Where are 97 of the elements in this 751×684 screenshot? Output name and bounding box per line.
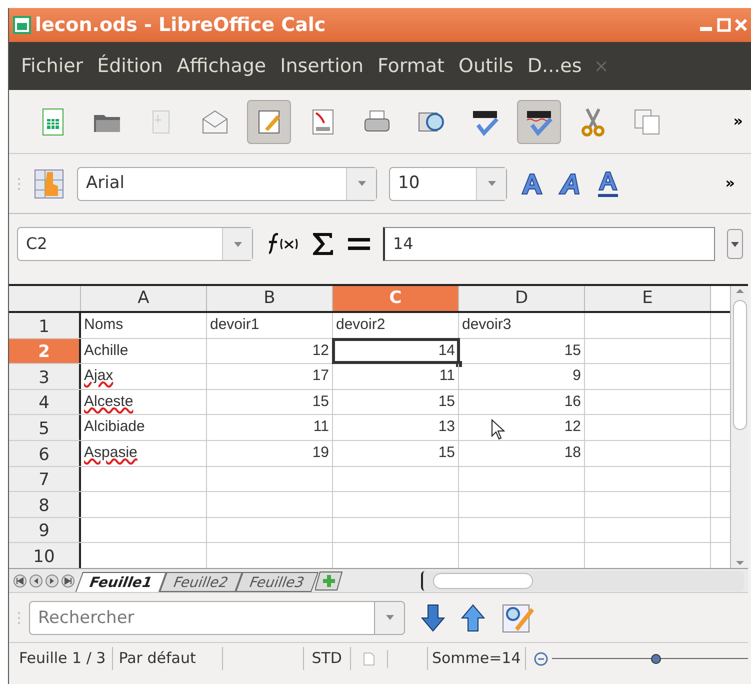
table-cell[interactable]: Aspasie bbox=[81, 440, 207, 466]
zoom-thumb[interactable] bbox=[650, 654, 661, 664]
table-cell[interactable]: 19 bbox=[207, 440, 333, 466]
formula-input[interactable]: 14 bbox=[383, 227, 715, 261]
bold-icon[interactable] bbox=[519, 170, 545, 196]
dropdown-icon[interactable] bbox=[386, 615, 394, 620]
search-field[interactable]: Rechercher bbox=[29, 600, 375, 634]
spreadsheet-icon bbox=[13, 16, 31, 34]
menu-item[interactable]: Format bbox=[374, 52, 449, 80]
table-cell[interactable]: devoir1 bbox=[207, 313, 333, 338]
name-box[interactable]: C2 bbox=[17, 227, 253, 261]
table-cell[interactable]: devoir2 bbox=[333, 313, 459, 338]
table-cell[interactable]: Achille bbox=[81, 338, 207, 364]
column-header[interactable]: E bbox=[585, 286, 711, 311]
first-sheet-icon[interactable] bbox=[13, 574, 27, 588]
row-header[interactable]: 9 bbox=[9, 518, 81, 542]
grip-icon bbox=[17, 176, 21, 190]
menu-item[interactable]: Outils bbox=[454, 52, 518, 80]
find-replace-icon[interactable] bbox=[501, 602, 535, 634]
vertical-scrollbar[interactable] bbox=[730, 286, 748, 568]
row-header[interactable]: 6 bbox=[9, 440, 81, 466]
last-sheet-icon[interactable] bbox=[61, 574, 75, 588]
expand-icon[interactable] bbox=[727, 229, 743, 259]
document-icon bbox=[362, 652, 375, 666]
menu-item[interactable]: Affichage bbox=[172, 52, 270, 80]
dropdown-button[interactable] bbox=[375, 600, 405, 634]
row-header[interactable]: 5 bbox=[9, 415, 81, 440]
row-header[interactable]: 7 bbox=[9, 466, 81, 492]
menu-item[interactable]: Fichier bbox=[17, 52, 88, 80]
row-header[interactable]: 3 bbox=[9, 364, 81, 389]
sheet-tab[interactable]: Feuille1 bbox=[75, 572, 167, 592]
active-cell[interactable]: 14 bbox=[333, 338, 459, 364]
zoom-slider[interactable] bbox=[552, 652, 748, 666]
add-sheet-icon[interactable] bbox=[315, 570, 344, 590]
table-cell[interactable]: 15 bbox=[459, 338, 585, 364]
more-tools[interactable]: » bbox=[733, 110, 743, 133]
row-header[interactable]: 4 bbox=[9, 390, 81, 414]
sum-icon[interactable] bbox=[311, 231, 335, 257]
table-cell[interactable]: 16 bbox=[459, 390, 585, 414]
column-header[interactable]: D bbox=[459, 286, 585, 311]
copy-icon[interactable] bbox=[632, 106, 662, 136]
table-cell[interactable]: 11 bbox=[333, 364, 459, 389]
dropdown-icon[interactable] bbox=[358, 181, 366, 186]
sheet-indicator: Feuille 1 / 3 bbox=[9, 647, 113, 670]
spellcheck-button[interactable] bbox=[517, 100, 561, 144]
table-cell[interactable]: 13 bbox=[333, 415, 459, 440]
maximize-icon[interactable] bbox=[717, 18, 731, 32]
scroll-up-icon[interactable] bbox=[736, 286, 744, 296]
menu-item[interactable]: Insertion bbox=[276, 52, 368, 80]
row-header[interactable]: 8 bbox=[9, 492, 81, 517]
grip-icon bbox=[17, 610, 21, 624]
table-cell[interactable]: 17 bbox=[207, 364, 333, 389]
mouse-pointer-icon bbox=[491, 419, 505, 441]
table-cell[interactable]: 15 bbox=[333, 440, 459, 466]
table-cell[interactable]: 18 bbox=[459, 440, 585, 466]
scrollbar-thumb[interactable] bbox=[732, 300, 746, 430]
dropdown-icon[interactable] bbox=[488, 181, 496, 186]
table-cell[interactable]: 9 bbox=[459, 364, 585, 389]
more-tools[interactable]: » bbox=[725, 172, 743, 195]
table-cell[interactable]: Alceste bbox=[81, 390, 207, 414]
arrow-down-icon[interactable] bbox=[421, 604, 445, 632]
sum-display: Somme=14 bbox=[426, 647, 526, 670]
menu-item[interactable]: Édition bbox=[93, 52, 167, 80]
table-cell[interactable]: 12 bbox=[207, 338, 333, 364]
table-cell[interactable]: Ajax bbox=[81, 364, 207, 389]
equals-icon[interactable] bbox=[347, 237, 371, 251]
corner-cell[interactable] bbox=[9, 286, 81, 311]
previous-sheet-icon[interactable] bbox=[29, 574, 43, 588]
table-cell[interactable]: devoir3 bbox=[459, 313, 585, 338]
zoom-out-icon[interactable] bbox=[534, 652, 548, 666]
sheet-tab[interactable]: Feuille2 bbox=[159, 572, 243, 592]
scrollbar-thumb[interactable] bbox=[433, 572, 534, 588]
table-cell[interactable]: 15 bbox=[333, 390, 459, 414]
arrow-up-icon[interactable] bbox=[461, 604, 485, 632]
scroll-down-icon[interactable] bbox=[736, 558, 744, 568]
font-size-field[interactable]: 10 bbox=[389, 166, 507, 200]
menu-item[interactable]: D...es bbox=[523, 52, 586, 80]
page-style: Par défaut bbox=[112, 647, 223, 670]
table-cell[interactable]: Alcibiade bbox=[81, 415, 207, 440]
close-icon[interactable] bbox=[735, 18, 747, 32]
font-name-field[interactable]: Arial bbox=[77, 166, 377, 200]
column-header[interactable]: A bbox=[81, 286, 207, 311]
selection-mode: STD bbox=[302, 647, 351, 670]
window-title: lecon.ods - LibreOffice Calc bbox=[35, 12, 327, 38]
horizontal-scrollbar[interactable] bbox=[421, 570, 744, 590]
table-cell[interactable]: Noms bbox=[81, 313, 207, 338]
dropdown-icon[interactable] bbox=[234, 242, 242, 246]
column-header[interactable]: B bbox=[207, 286, 333, 311]
next-sheet-icon[interactable] bbox=[45, 574, 59, 588]
underline-icon[interactable] bbox=[595, 170, 621, 198]
row-header[interactable]: 1 bbox=[9, 313, 81, 338]
fill-handle[interactable] bbox=[456, 361, 462, 368]
table-cell[interactable]: 11 bbox=[207, 415, 333, 440]
table-cell[interactable]: 15 bbox=[207, 390, 333, 414]
pencil-button[interactable] bbox=[247, 100, 291, 144]
styles-icon[interactable] bbox=[33, 168, 65, 200]
row-header[interactable]: 10 bbox=[9, 543, 81, 568]
